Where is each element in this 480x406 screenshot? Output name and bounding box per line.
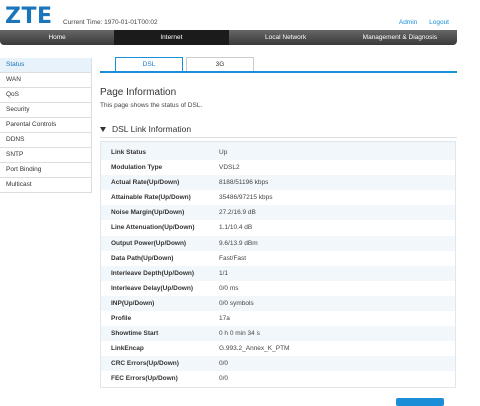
row-value: VDSL2 xyxy=(219,164,240,172)
sidebar-item-multicast[interactable]: Multicast xyxy=(0,178,92,193)
tab-dsl[interactable]: DSL xyxy=(115,57,183,71)
table-row: Interleave Depth(Up/Down) 1/1 xyxy=(101,266,455,281)
row-label: Line Attenuation(Up/Down) xyxy=(111,224,195,232)
table-row: Modulation Type VDSL2 xyxy=(101,160,455,176)
row-value: 0 h 0 min 34 s xyxy=(219,330,260,338)
table-row: Output Power(Up/Down) 9.6/13.9 dBm xyxy=(101,236,455,251)
table-row: LinkEncap G.993.2_Annex_K_PTM xyxy=(101,341,455,357)
logout-link[interactable]: Logout xyxy=(429,19,449,26)
table-row: CRC Errors(Up/Down) 0/0 xyxy=(101,356,455,371)
row-label: FEC Errors(Up/Down) xyxy=(111,375,178,383)
tab-3g[interactable]: 3G xyxy=(186,57,254,71)
sidebar-item-port-binding[interactable]: Port Binding xyxy=(0,163,92,178)
sidebar-item-ddns[interactable]: DDNS xyxy=(0,133,92,148)
row-value: Up xyxy=(219,149,228,156)
sidebar-item-wan[interactable]: WAN xyxy=(0,73,92,88)
row-value: 0/0 symbols xyxy=(219,299,254,307)
row-label: Profile xyxy=(111,315,132,323)
admin-link[interactable]: Admin xyxy=(399,19,417,26)
row-label: Interleave Delay(Up/Down) xyxy=(111,284,193,292)
row-value: Fast/Fast xyxy=(219,254,247,262)
table-row: INP(Up/Down) 0/0 symbols xyxy=(101,296,455,311)
row-label: Interleave Depth(Up/Down) xyxy=(111,269,195,277)
nav-internet[interactable]: Internet xyxy=(114,30,229,45)
collapse-triangle-icon xyxy=(100,127,106,133)
row-value: 0/0 ms xyxy=(219,284,239,292)
row-value: 27.2/16.9 dB xyxy=(219,209,256,217)
row-value: 1/1 xyxy=(219,269,229,277)
dsl-info-table: Link Status Up Modulation Type VDSL2 Actua… xyxy=(100,141,456,388)
sidebar-item-qos[interactable]: QoS xyxy=(0,88,92,103)
refresh-button[interactable] xyxy=(396,398,444,406)
table-row: Link Status Up xyxy=(101,145,455,160)
row-label: Data Path(Up/Down) xyxy=(111,254,174,262)
sidebar-item-security[interactable]: Security xyxy=(0,103,92,118)
table-row: Line Attenuation(Up/Down) 1.1/10.4 dB xyxy=(101,220,455,236)
tab-bar: DSL 3G xyxy=(100,57,457,73)
row-label: Output Power(Up/Down) xyxy=(111,239,187,247)
nav-management-diagnosis[interactable]: Management & Diagnosis xyxy=(343,30,457,45)
row-label: LinkEncap xyxy=(111,345,144,353)
table-row: FEC Errors(Up/Down) 0/0 xyxy=(101,371,455,387)
top-links: Admin Logout xyxy=(389,19,449,26)
nav-home[interactable]: Home xyxy=(0,30,114,45)
main-nav: Home Internet Local Network Management &… xyxy=(0,30,457,45)
section-divider xyxy=(100,137,457,138)
sidebar-item-sntp[interactable]: SNTP xyxy=(0,148,92,163)
sidebar-item-parental-controls[interactable]: Parental Controls xyxy=(0,118,92,133)
sidebar-item-status[interactable]: Status xyxy=(0,58,92,73)
table-row: Interleave Delay(Up/Down) 0/0 ms xyxy=(101,280,455,296)
row-label: Showtime Start xyxy=(111,330,159,338)
row-label: Noise Margin(Up/Down) xyxy=(111,209,185,217)
page-title: Page Information xyxy=(100,87,177,98)
table-row: Data Path(Up/Down) Fast/Fast xyxy=(101,250,455,266)
sidebar: Status WAN QoS Security Parental Control… xyxy=(0,58,92,193)
table-row: Actual Rate(Up/Down) 8188/51196 kbps xyxy=(101,175,455,190)
row-value: 17a xyxy=(219,315,230,323)
row-value: 9.6/13.9 dBm xyxy=(219,239,258,247)
row-label: CRC Errors(Up/Down) xyxy=(111,360,179,368)
section-header[interactable]: DSL Link Information xyxy=(100,124,191,134)
table-row: Attainable Rate(Up/Down) 35486/97215 kbps xyxy=(101,190,455,206)
row-label: Modulation Type xyxy=(111,164,163,172)
row-value: 35486/97215 kbps xyxy=(219,194,273,202)
row-value: 8188/51196 kbps xyxy=(219,179,269,187)
zte-logo: ZTE xyxy=(5,4,53,29)
table-row: Showtime Start 0 h 0 min 34 s xyxy=(101,326,455,341)
table-row: Noise Margin(Up/Down) 27.2/16.9 dB xyxy=(101,205,455,220)
current-time: Current Time: 1970-01-01T00:02 xyxy=(63,19,158,26)
row-value: 1.1/10.4 dB xyxy=(219,224,253,232)
page-description: This page shows the status of DSL. xyxy=(100,102,203,109)
row-value: 0/0 xyxy=(219,360,229,368)
section-title: DSL Link Information xyxy=(112,124,192,134)
nav-local-network[interactable]: Local Network xyxy=(229,30,343,45)
row-value: G.993.2_Annex_K_PTM xyxy=(219,345,290,353)
row-label: Link Status xyxy=(111,149,147,156)
row-label: INP(Up/Down) xyxy=(111,299,155,307)
row-label: Attainable Rate(Up/Down) xyxy=(111,194,191,202)
row-value: 0/0 xyxy=(219,375,229,383)
table-row: Profile 17a xyxy=(101,311,455,327)
row-label: Actual Rate(Up/Down) xyxy=(111,179,180,187)
